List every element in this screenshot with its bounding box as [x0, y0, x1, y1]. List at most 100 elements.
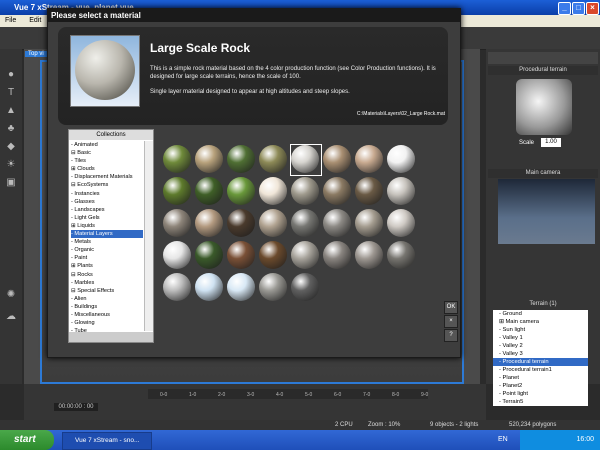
- collection-item[interactable]: - Instancies: [71, 190, 143, 198]
- object-list-item[interactable]: - Procedural terrain1: [493, 366, 588, 374]
- collection-item[interactable]: - Glowing: [71, 319, 143, 327]
- material-thumbnail[interactable]: [387, 145, 415, 173]
- object-list-item[interactable]: - Valley 1: [493, 334, 588, 342]
- object-list-item[interactable]: - Terrain5: [493, 398, 588, 406]
- material-thumbnail[interactable]: [291, 241, 319, 269]
- material-thumbnail[interactable]: [163, 241, 191, 269]
- material-thumbnail[interactable]: [259, 145, 287, 173]
- material-thumbnail[interactable]: [227, 145, 255, 173]
- object-list[interactable]: - Ground ⊞ Main camera - Sun light - Valley…: [493, 310, 588, 406]
- material-thumbnail[interactable]: [163, 145, 191, 173]
- material-thumbnail[interactable]: [355, 177, 383, 205]
- material-thumbnail[interactable]: [259, 241, 287, 269]
- collection-item[interactable]: ⊟ Rocks: [71, 271, 143, 279]
- language-indicator[interactable]: EN: [498, 436, 508, 443]
- collection-item[interactable]: ⊟ Basic: [71, 149, 143, 157]
- collection-item[interactable]: - Animated: [71, 141, 143, 149]
- collection-item[interactable]: - Material Layers: [71, 230, 143, 239]
- collection-item[interactable]: ⊟ Special Effects: [71, 287, 143, 295]
- material-thumbnail[interactable]: [163, 209, 191, 237]
- close-button[interactable]: ×: [586, 2, 599, 15]
- material-thumbnail[interactable]: [323, 177, 351, 205]
- material-thumbnail[interactable]: [355, 209, 383, 237]
- material-thumbnail[interactable]: [227, 241, 255, 269]
- object-list-item[interactable]: - Sun light: [493, 326, 588, 334]
- material-thumbnail[interactable]: [163, 177, 191, 205]
- light-tool-icon[interactable]: ☀: [5, 159, 17, 171]
- minimize-button[interactable]: _: [558, 2, 571, 15]
- collection-item[interactable]: - Landscapes: [71, 206, 143, 214]
- collection-item[interactable]: - Tiles: [71, 157, 143, 165]
- collection-item[interactable]: - Organic: [71, 246, 143, 254]
- collection-item[interactable]: ⊞ Clouds: [71, 165, 143, 173]
- material-thumbnail[interactable]: [387, 177, 415, 205]
- object-list-item[interactable]: - Valley 3: [493, 350, 588, 358]
- material-thumbnail[interactable]: [195, 177, 223, 205]
- material-thumbnail[interactable]: [195, 145, 223, 173]
- collections-scrollbar[interactable]: [144, 141, 153, 331]
- scale-input[interactable]: 1.00: [541, 138, 561, 147]
- text-tool-icon[interactable]: T: [5, 87, 17, 99]
- material-thumbnail[interactable]: [323, 241, 351, 269]
- material-thumbnail[interactable]: [227, 177, 255, 205]
- object-list-item[interactable]: - Point light: [493, 390, 588, 398]
- right-panel-tabs[interactable]: [488, 52, 598, 64]
- material-thumbnail[interactable]: [227, 209, 255, 237]
- object-list-item[interactable]: - Planet2: [493, 382, 588, 390]
- terrain-material-preview[interactable]: [516, 79, 572, 135]
- menu-file[interactable]: File: [5, 17, 16, 24]
- rock-tool-icon[interactable]: ◆: [5, 141, 17, 153]
- collection-item[interactable]: ⊞ Liquids: [71, 222, 143, 230]
- maximize-button[interactable]: □: [572, 2, 585, 15]
- terrain-tool-icon[interactable]: ▲: [5, 105, 17, 117]
- material-thumbnail[interactable]: [259, 209, 287, 237]
- material-thumbnail[interactable]: [387, 209, 415, 237]
- material-thumbnail[interactable]: [355, 241, 383, 269]
- material-thumbnail[interactable]: [355, 145, 383, 173]
- camera-preview[interactable]: [498, 179, 595, 244]
- collection-item[interactable]: - Alien: [71, 295, 143, 303]
- taskbar-task-vue[interactable]: Vue 7 xStream - sno...: [62, 432, 152, 450]
- start-button[interactable]: start: [0, 430, 54, 450]
- collection-item[interactable]: - Glasses: [71, 198, 143, 206]
- object-list-item[interactable]: - Planet: [493, 374, 588, 382]
- material-thumbnail[interactable]: [323, 145, 351, 173]
- object-list-item[interactable]: - Valley 2: [493, 342, 588, 350]
- collection-item[interactable]: - Paint: [71, 254, 143, 262]
- material-thumbnail[interactable]: [291, 177, 319, 205]
- collection-item[interactable]: - Displacement Materials: [71, 173, 143, 181]
- material-thumbnail[interactable]: [259, 177, 287, 205]
- material-thumbnail[interactable]: [323, 209, 351, 237]
- sphere-tool-icon[interactable]: ●: [5, 69, 17, 81]
- plant-tool-icon[interactable]: ♣: [5, 123, 17, 135]
- object-list-item[interactable]: - Ground: [493, 310, 588, 318]
- material-thumbnail[interactable]: [195, 241, 223, 269]
- viewport-label: Top vi: [25, 51, 47, 57]
- collection-item[interactable]: ⊟ EcoSystems: [71, 181, 143, 189]
- menu-edit[interactable]: Edit: [29, 17, 41, 24]
- collection-item[interactable]: - Buildings: [71, 303, 143, 311]
- ok-button[interactable]: OK: [444, 301, 458, 314]
- material-thumbnail[interactable]: [227, 273, 255, 301]
- object-list-item[interactable]: - Procedural terrain: [493, 358, 588, 366]
- object-list-item[interactable]: ⊞ Main camera: [493, 318, 588, 326]
- material-thumbnail[interactable]: [387, 241, 415, 269]
- collection-item[interactable]: ⊞ Plants: [71, 262, 143, 270]
- material-thumbnail[interactable]: [291, 209, 319, 237]
- current-time-field[interactable]: 00:00:00 : 00: [54, 403, 98, 411]
- material-thumbnail[interactable]: [195, 209, 223, 237]
- material-thumbnail[interactable]: [291, 273, 319, 301]
- sun-tool-icon[interactable]: ✺: [5, 289, 17, 301]
- collection-item[interactable]: - Marbles: [71, 279, 143, 287]
- material-thumbnail[interactable]: [195, 273, 223, 301]
- material-thumbnail[interactable]: [163, 273, 191, 301]
- collections-list[interactable]: - Animated ⊟ Basic - Tiles ⊞ Clouds - Displ…: [71, 141, 143, 335]
- cancel-button[interactable]: ×: [444, 315, 458, 328]
- camera-tool-icon[interactable]: ▣: [5, 177, 17, 189]
- help-button[interactable]: ?: [444, 329, 458, 342]
- material-thumbnail[interactable]: [259, 273, 287, 301]
- collection-item[interactable]: - Metals: [71, 238, 143, 246]
- collection-item[interactable]: - Miscellaneous: [71, 311, 143, 319]
- collection-item[interactable]: - Light Gels: [71, 214, 143, 222]
- cloud-tool-icon[interactable]: ☁: [5, 311, 17, 323]
